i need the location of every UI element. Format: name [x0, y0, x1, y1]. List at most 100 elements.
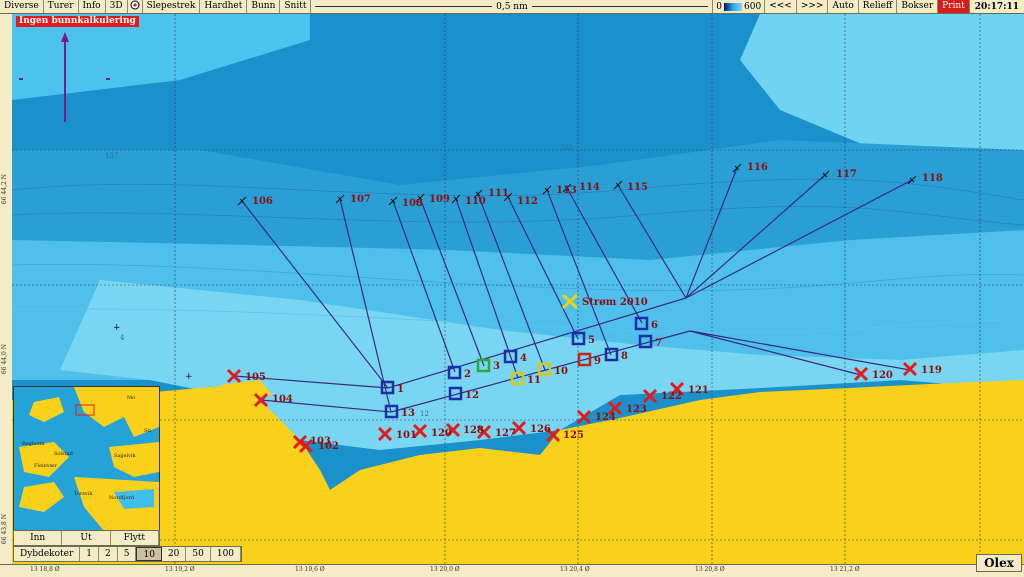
minimap-controls: Inn Ut Flytt [13, 530, 160, 546]
lat-label: 66 43,8 N [1, 514, 8, 545]
cross-label: 101 [396, 430, 417, 441]
bokser-button[interactable]: Bokser [897, 0, 939, 13]
lon-label: 13 19,6 Ø [295, 566, 325, 573]
depth-label: 137 [105, 152, 118, 160]
depth-label: 12 [420, 410, 429, 418]
overview-minimap[interactable]: Mo Sti Bøgholm Solstad Fleinvær Sagelvik… [13, 386, 160, 532]
marker-label: 112 [517, 196, 538, 207]
box-label: 4 [520, 353, 527, 364]
contour-option[interactable]: 50 [186, 547, 211, 561]
minimap-place-label: Sagelvik [114, 453, 137, 459]
minimap-place-label: Mo [127, 395, 135, 401]
contour-option[interactable]: 2 [99, 547, 118, 561]
chart-canvas[interactable]: 137 202 4 12 106 107 108 109 110 111 112… [12, 14, 1024, 564]
print-button[interactable]: Print [938, 0, 970, 13]
lon-label: 13 20,0 Ø [430, 566, 460, 573]
marker-label: 117 [836, 169, 857, 180]
box-label: 6 [651, 320, 658, 331]
depth-gradient [724, 2, 743, 11]
box-label: 10 [554, 366, 568, 377]
brand-logo: Olex [976, 554, 1022, 572]
box-label: 5 [588, 335, 595, 346]
box-label: 1 [397, 384, 404, 395]
zoom-out-button[interactable]: Ut [62, 531, 111, 545]
marker-label: 114 [579, 182, 600, 193]
cross-label: 125 [563, 430, 584, 441]
scale-bar: 0,5 nm [311, 0, 712, 13]
minimap-place-label: Nordfjord [109, 495, 135, 501]
lat-label: 66 44,2 N [1, 174, 8, 205]
menu-slepestrek[interactable]: Slepestrek [143, 0, 201, 13]
menu-turer[interactable]: Turer [44, 0, 79, 13]
cross-label: 121 [688, 385, 709, 396]
cross-label: 127 [495, 428, 516, 439]
contour-option[interactable]: 20 [162, 547, 187, 561]
cross-label: 128 [463, 425, 484, 436]
cross-label: 123 [626, 404, 647, 415]
marker-label: 106 [252, 196, 273, 207]
no-bottom-calc-badge: Ingen bunnkalkulering [16, 16, 139, 27]
contour-option-active[interactable]: 10 [136, 547, 162, 561]
cross-label: 103 [310, 436, 331, 447]
depth-legend: 0 600 [712, 0, 766, 13]
menu-info[interactable]: Info [79, 0, 106, 13]
box-label: 12 [465, 390, 479, 401]
cross-label: 119 [921, 365, 942, 376]
minimap-place-label: Bøgholm [22, 441, 45, 447]
lon-label: 13 20,8 Ø [695, 566, 725, 573]
minimap-canvas[interactable]: Mo Sti Bøgholm Solstad Fleinvær Sagelvik… [14, 387, 159, 531]
plus-icon: + [185, 372, 193, 382]
marker-label: 115 [627, 182, 648, 193]
marker-label: 111 [488, 188, 509, 199]
longitude-ruler: 13 18,8 Ø 13 19,2 Ø 13 19,6 Ø 13 20,0 Ø … [0, 564, 1024, 577]
depth-label: 4 [120, 334, 125, 342]
depth-max: 600 [744, 1, 762, 12]
minimap-place-label: Torsvik [74, 491, 93, 497]
menu-bunn[interactable]: Bunn [247, 0, 281, 13]
box-label: 7 [655, 338, 662, 349]
relieff-button[interactable]: Relieff [859, 0, 898, 13]
zoom-in-button[interactable]: Inn [14, 531, 63, 545]
box-label: 11 [527, 375, 541, 386]
lon-label: 13 19,2 Ø [165, 566, 195, 573]
box-label: 2 [464, 369, 471, 380]
box-label: 8 [621, 351, 628, 362]
lon-label: 13 20,4 Ø [560, 566, 590, 573]
contour-label: Dybdekoter [14, 547, 81, 561]
marker-label: 116 [747, 162, 768, 173]
cross-label: 104 [272, 394, 293, 405]
marker-label: 108 [402, 198, 423, 209]
current-label: Strøm 2010 [582, 297, 648, 308]
auto-button[interactable]: Auto [828, 0, 859, 13]
menu-3d[interactable]: 3D [106, 0, 128, 13]
contour-option[interactable]: 5 [118, 547, 137, 561]
contour-option[interactable]: 100 [211, 547, 242, 561]
cross-label: 120 [431, 428, 452, 439]
menu-diverse[interactable]: Diverse [0, 0, 44, 13]
minimap-place-label: Sti [144, 428, 151, 434]
top-toolbar: Diverse Turer Info 3D Slepestrek Hardhet… [0, 0, 1024, 14]
nav-forward-button[interactable]: >>> [797, 0, 829, 13]
clock: 20:17:11 [974, 1, 1019, 12]
marker-label: 107 [350, 194, 371, 205]
minimap-place-label: Solstad [54, 451, 74, 457]
nav-back-button[interactable]: <<< [765, 0, 797, 13]
compass-icon[interactable] [128, 0, 143, 13]
plus-icon: + [113, 323, 121, 333]
marker-label: 110 [465, 196, 486, 207]
marker-label: 109 [429, 194, 450, 205]
contour-option[interactable]: 1 [80, 547, 100, 561]
cross-label: 126 [530, 424, 551, 435]
menu-hardhet[interactable]: Hardhet [200, 0, 248, 13]
minimap-place-label: Fleinvær [34, 463, 57, 469]
menu-snitt[interactable]: Snitt [280, 0, 312, 13]
box-label: 13 [401, 408, 415, 419]
cross-label: 122 [661, 391, 682, 402]
depth-min: 0 [716, 1, 723, 12]
scale-label: 0,5 nm [496, 1, 528, 12]
box-label: 9 [594, 356, 601, 367]
marker-label: 113 [556, 185, 577, 196]
chart-map[interactable]: 137 202 4 12 106 107 108 109 110 111 112… [12, 14, 1024, 564]
cross-label: 124 [595, 412, 616, 423]
move-button[interactable]: Flytt [111, 531, 159, 545]
